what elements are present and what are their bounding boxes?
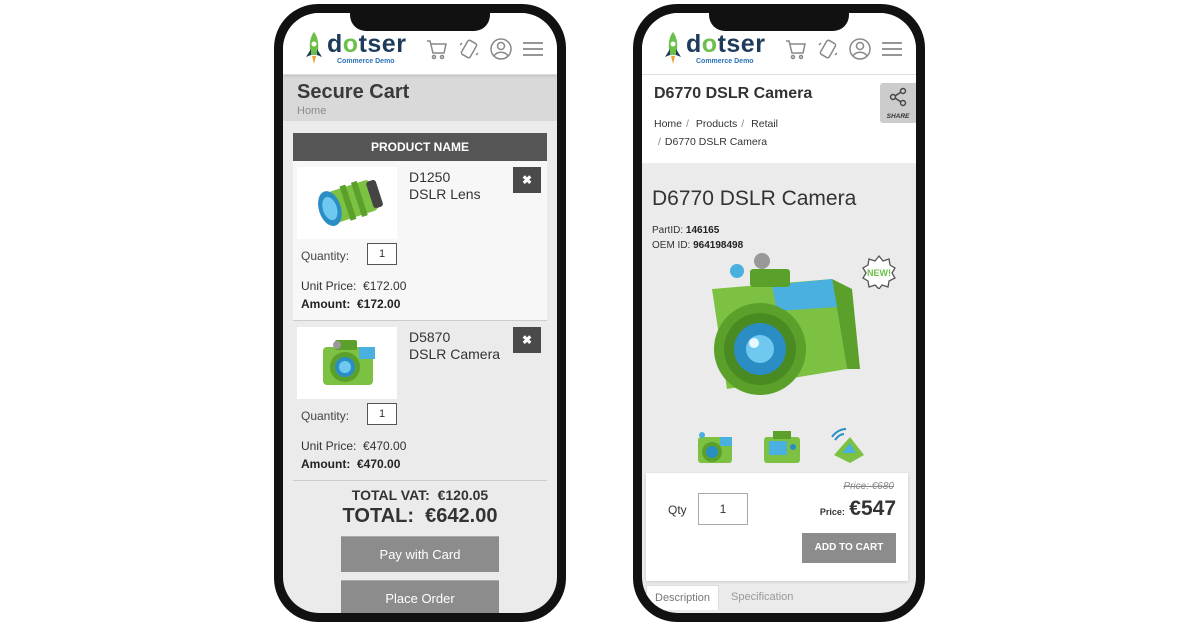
grand-total: TOTAL: €642.00 — [342, 505, 498, 527]
item-amount: Amount: €470.00 — [301, 457, 401, 471]
part-id: 146165 — [685, 225, 720, 236]
cart-item: D5870 DSLR Camera ✖ Quantity: 1 Unit Pric… — [293, 321, 547, 481]
share-label: SHARE — [886, 113, 910, 120]
product-name-column-header: PRODUCT NAME — [293, 133, 547, 161]
phone-product: dotser Commerce Demo D6770 DSLR Camera H… — [633, 4, 925, 622]
product-screen: dotser Commerce Demo D6770 DSLR Camera H… — [642, 13, 916, 613]
price-row: Price: €547 — [820, 497, 896, 521]
brand-subtitle: Commerce Demo — [696, 58, 754, 65]
buy-panel: Qty 1 Price: €680 Price: €547 ADD TO CAR… — [646, 473, 908, 581]
thumbnail-camera-back[interactable] — [759, 425, 805, 471]
product-header: D6770 DSLR Camera Home / Products / Retail… — [642, 75, 916, 163]
item-name[interactable]: D5870 DSLR Camera — [409, 329, 500, 363]
price: €547 — [849, 497, 896, 520]
cart-icon[interactable] — [784, 37, 808, 61]
qty-label: Qty — [668, 503, 687, 517]
breadcrumb: Home / Products / Retail / D6770 DSLR Camer… — [654, 118, 778, 148]
thumbnail-camera-front[interactable] — [692, 425, 738, 471]
svg-text:NEW!: NEW! — [867, 268, 891, 278]
brand-name: dotser — [686, 30, 766, 58]
rocket-icon — [306, 32, 322, 64]
product-header-title: D6770 DSLR Camera — [654, 85, 813, 102]
remove-item-button[interactable]: ✖ — [513, 167, 541, 193]
menu-icon[interactable] — [521, 37, 545, 61]
phone-icon[interactable] — [816, 37, 840, 61]
camera-thumbnail[interactable] — [297, 327, 397, 399]
page-header: Secure Cart Home — [283, 75, 557, 121]
header-icons — [784, 37, 904, 61]
lens-thumbnail[interactable] — [297, 167, 397, 239]
new-badge: NEW! — [862, 255, 896, 289]
quantity-input[interactable]: 1 — [367, 243, 397, 265]
place-order-button[interactable]: Place Order — [341, 580, 499, 613]
brand-subtitle: Commerce Demo — [337, 58, 395, 65]
breadcrumb-retail[interactable]: Retail — [751, 118, 778, 130]
brand-name: dotser — [327, 30, 407, 58]
brand-logo[interactable]: dotser Commerce Demo — [303, 30, 407, 67]
user-icon[interactable] — [848, 37, 872, 61]
cart-screen: dotser Commerce Demo Secure Cart Home PR… — [283, 13, 557, 613]
cart-icon[interactable] — [425, 37, 449, 61]
item-name[interactable]: D1250 DSLR Lens — [409, 169, 481, 203]
product-main-image[interactable] — [692, 249, 862, 409]
cart-totals: TOTAL VAT: €120.05 TOTAL: €642.00 — [283, 487, 557, 528]
breadcrumb-current: D6770 DSLR Camera — [664, 136, 768, 148]
phone-notch — [709, 13, 849, 31]
phone-notch — [350, 13, 490, 31]
pay-with-card-button[interactable]: Pay with Card — [341, 536, 499, 572]
item-amount: Amount: €172.00 — [301, 297, 401, 311]
quantity-label: Quantity: — [301, 249, 350, 263]
qty-input[interactable]: 1 — [698, 493, 748, 525]
cart-item: D1250 DSLR Lens ✖ Quantity: 1 Unit Price:… — [293, 161, 547, 321]
tab-specification[interactable]: Specification — [723, 585, 801, 610]
product-tabs: Description Specification — [646, 585, 801, 610]
product-title: D6770 DSLR Camera — [652, 187, 857, 210]
phone-cart: dotser Commerce Demo Secure Cart Home PR… — [274, 4, 566, 622]
breadcrumb-home[interactable]: Home — [654, 118, 682, 130]
tab-description[interactable]: Description — [646, 585, 720, 610]
add-to-cart-button[interactable]: ADD TO CART — [802, 533, 896, 563]
page-title: Secure Cart — [297, 81, 410, 103]
unit-price: Unit Price: €470.00 — [301, 439, 407, 453]
user-icon[interactable] — [489, 37, 513, 61]
quantity-label: Quantity: — [301, 409, 350, 423]
rocket-icon — [665, 32, 681, 64]
price-label: Price: — [819, 507, 845, 517]
remove-item-button[interactable]: ✖ — [513, 327, 541, 353]
product-body: D6770 DSLR Camera PartID: 146165 OEM ID:… — [642, 163, 916, 481]
breadcrumb-home[interactable]: Home — [297, 105, 543, 117]
share-button[interactable]: SHARE — [880, 83, 916, 123]
share-icon — [889, 87, 907, 107]
header-icons — [425, 37, 545, 61]
phone-icon[interactable] — [457, 37, 481, 61]
old-price: Price: €680 — [843, 481, 894, 492]
product-thumbnails — [692, 425, 872, 471]
thumbnail-camera-wireless[interactable] — [826, 425, 872, 471]
total-vat: TOTAL VAT: €120.05 — [351, 487, 489, 503]
unit-price: Unit Price: €172.00 — [301, 279, 407, 293]
menu-icon[interactable] — [880, 37, 904, 61]
quantity-input[interactable]: 1 — [367, 403, 397, 425]
breadcrumb-products[interactable]: Products — [696, 118, 737, 130]
brand-logo[interactable]: dotser Commerce Demo — [662, 30, 766, 67]
